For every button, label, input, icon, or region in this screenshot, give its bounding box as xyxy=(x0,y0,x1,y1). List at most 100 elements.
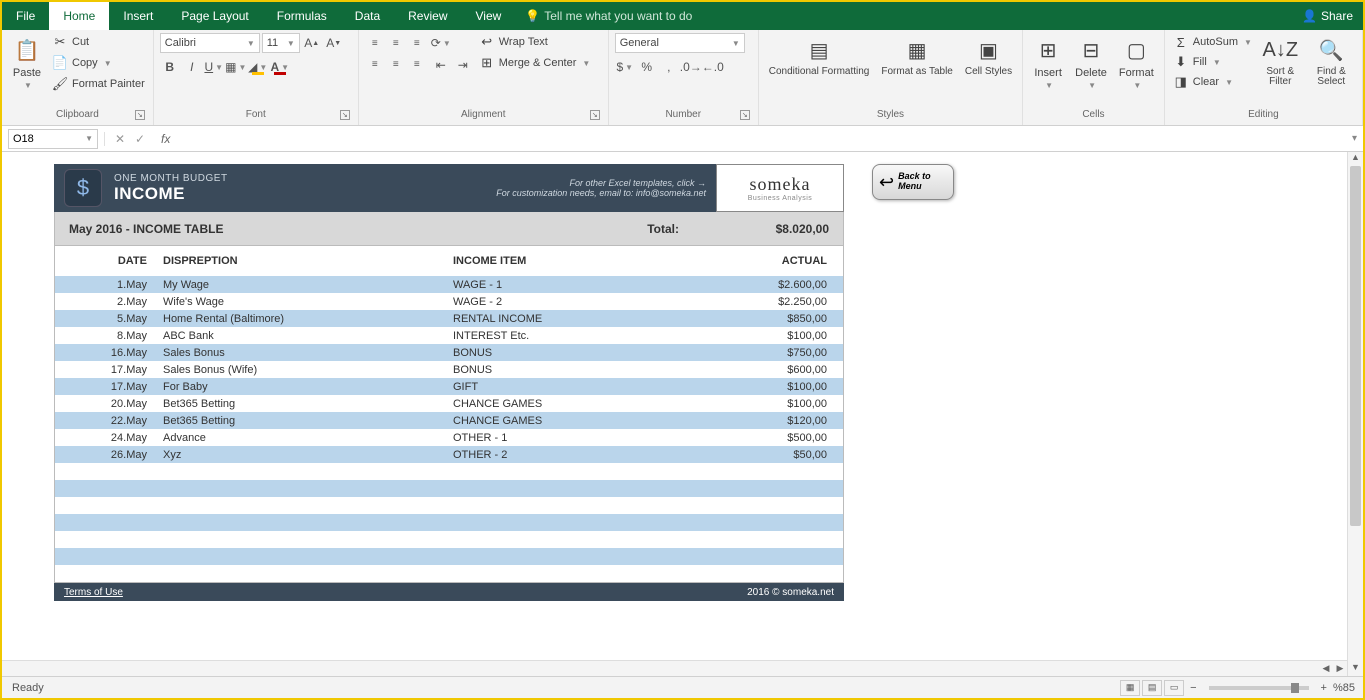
decrease-font-button[interactable]: A▼ xyxy=(324,33,344,53)
template-other-link[interactable]: For other Excel templates, click → xyxy=(569,178,706,188)
cell-description[interactable]: Home Rental (Baltimore) xyxy=(155,313,445,325)
tab-view[interactable]: View xyxy=(462,2,516,30)
cell-description[interactable]: ABC Bank xyxy=(155,330,445,342)
cell-description[interactable]: For Baby xyxy=(155,381,445,393)
table-row[interactable]: 20.MayBet365 BettingCHANCE GAMES$100,00 xyxy=(55,395,843,412)
cell-item[interactable]: OTHER - 2 xyxy=(445,449,685,461)
fill-button[interactable]: ⬇Fill▼ xyxy=(1171,53,1254,71)
copy-button[interactable]: 📄Copy▼ xyxy=(50,54,147,72)
bold-button[interactable]: B xyxy=(160,57,180,77)
scroll-up-arrow[interactable]: ▲ xyxy=(1348,152,1363,166)
cell-actual[interactable]: $850,00 xyxy=(685,313,835,325)
table-row[interactable]: 16.MaySales BonusBONUS$750,00 xyxy=(55,344,843,361)
zoom-knob[interactable] xyxy=(1291,683,1299,693)
cell-item[interactable]: WAGE - 1 xyxy=(445,279,685,291)
comma-button[interactable]: , xyxy=(659,57,679,77)
cell-description[interactable]: Bet365 Betting xyxy=(155,415,445,427)
cell-item[interactable]: WAGE - 2 xyxy=(445,296,685,308)
share-button[interactable]: 👤 Share xyxy=(1302,9,1353,23)
format-painter-button[interactable]: 🖌Format Painter xyxy=(50,75,147,93)
increase-font-button[interactable]: A▲ xyxy=(302,33,322,53)
horizontal-scrollbar[interactable]: ◀ ▶ xyxy=(2,660,1347,676)
vertical-scrollbar[interactable]: ▲ ▼ xyxy=(1347,152,1363,676)
table-row-empty[interactable] xyxy=(55,548,843,565)
align-bottom-button[interactable]: ≡ xyxy=(407,33,427,53)
scroll-left-arrow[interactable]: ◀ xyxy=(1319,663,1333,674)
tab-page-layout[interactable]: Page Layout xyxy=(167,2,262,30)
cell-actual[interactable]: $100,00 xyxy=(685,381,835,393)
terms-link[interactable]: Terms of Use xyxy=(64,587,123,598)
cell-actual[interactable]: $600,00 xyxy=(685,364,835,376)
cell-date[interactable]: 17.May xyxy=(55,364,155,376)
tab-insert[interactable]: Insert xyxy=(109,2,167,30)
scroll-right-arrow[interactable]: ▶ xyxy=(1333,663,1347,674)
cell-description[interactable]: Sales Bonus xyxy=(155,347,445,359)
zoom-slider[interactable] xyxy=(1209,686,1309,690)
cell-description[interactable]: My Wage xyxy=(155,279,445,291)
sort-filter-button[interactable]: A↓ZSort & Filter xyxy=(1258,33,1303,89)
increase-indent-button[interactable]: ⇥ xyxy=(453,55,473,75)
cell-item[interactable]: BONUS xyxy=(445,347,685,359)
autosum-button[interactable]: ΣAutoSum▼ xyxy=(1171,33,1254,51)
cell-actual[interactable]: $50,00 xyxy=(685,449,835,461)
increase-decimal-button[interactable]: .0→ xyxy=(681,57,701,77)
number-format-select[interactable]: General▼ xyxy=(615,33,745,53)
cell-date[interactable]: 24.May xyxy=(55,432,155,444)
cell-date[interactable]: 20.May xyxy=(55,398,155,410)
cell-styles-button[interactable]: ▣Cell Styles xyxy=(961,33,1016,79)
expand-formula-bar-button[interactable]: ▾ xyxy=(1352,133,1357,144)
tell-me-search[interactable]: 💡 Tell me what you want to do xyxy=(525,9,692,23)
tab-review[interactable]: Review xyxy=(394,2,461,30)
worksheet-area[interactable]: $ ONE MONTH BUDGET INCOME For other Exce… xyxy=(2,152,1363,676)
font-color-button[interactable]: A▼ xyxy=(270,57,290,77)
table-row[interactable]: 17.MayFor BabyGIFT$100,00 xyxy=(55,378,843,395)
cell-actual[interactable]: $500,00 xyxy=(685,432,835,444)
table-row[interactable]: 2.MayWife's WageWAGE - 2$2.250,00 xyxy=(55,293,843,310)
table-row[interactable]: 8.MayABC BankINTEREST Etc.$100,00 xyxy=(55,327,843,344)
cell-description[interactable]: Wife's Wage xyxy=(155,296,445,308)
table-row-empty[interactable] xyxy=(55,480,843,497)
cell-item[interactable]: CHANCE GAMES xyxy=(445,398,685,410)
decrease-decimal-button[interactable]: ←.0 xyxy=(703,57,723,77)
cell-date[interactable]: 16.May xyxy=(55,347,155,359)
cell-date[interactable]: 17.May xyxy=(55,381,155,393)
font-size-select[interactable]: 11▼ xyxy=(262,33,300,53)
cell-item[interactable]: RENTAL INCOME xyxy=(445,313,685,325)
fx-icon[interactable]: fx xyxy=(155,132,176,146)
find-select-button[interactable]: 🔍Find & Select xyxy=(1307,33,1356,89)
zoom-out-button[interactable]: − xyxy=(1186,682,1200,694)
cell-description[interactable]: Bet365 Betting xyxy=(155,398,445,410)
cell-item[interactable]: CHANCE GAMES xyxy=(445,415,685,427)
back-to-menu-button[interactable]: ↩ Back to Menu xyxy=(872,164,954,200)
paste-button[interactable]: 📋 Paste ▼ xyxy=(8,33,46,92)
tab-home[interactable]: Home xyxy=(49,2,109,30)
cell-actual[interactable]: $750,00 xyxy=(685,347,835,359)
number-dialog-launcher[interactable]: ↘ xyxy=(740,110,750,120)
table-row-empty[interactable] xyxy=(55,463,843,480)
cell-actual[interactable]: $100,00 xyxy=(685,330,835,342)
borders-button[interactable]: ▦▼ xyxy=(226,57,246,77)
italic-button[interactable]: I xyxy=(182,57,202,77)
clear-button[interactable]: ◨Clear▼ xyxy=(1171,73,1254,91)
wrap-text-button[interactable]: ↩Wrap Text xyxy=(477,33,593,51)
table-row[interactable]: 26.MayXyzOTHER - 2$50,00 xyxy=(55,446,843,463)
cell-actual[interactable]: $100,00 xyxy=(685,398,835,410)
delete-cells-button[interactable]: ⊟Delete▼ xyxy=(1071,33,1111,92)
table-row-empty[interactable] xyxy=(55,565,843,582)
percent-button[interactable]: % xyxy=(637,57,657,77)
tab-file[interactable]: File xyxy=(2,2,49,30)
align-center-button[interactable]: ≡ xyxy=(386,54,406,74)
table-row-empty[interactable] xyxy=(55,514,843,531)
table-row-empty[interactable] xyxy=(55,531,843,548)
decrease-indent-button[interactable]: ⇤ xyxy=(431,55,451,75)
table-row[interactable]: 24.MayAdvanceOTHER - 1$500,00 xyxy=(55,429,843,446)
cell-date[interactable]: 1.May xyxy=(55,279,155,291)
zoom-level[interactable]: %85 xyxy=(1333,682,1355,694)
table-row-empty[interactable] xyxy=(55,497,843,514)
format-cells-button[interactable]: ▢Format▼ xyxy=(1115,33,1158,92)
insert-cells-button[interactable]: ⊞Insert▼ xyxy=(1029,33,1067,92)
align-right-button[interactable]: ≡ xyxy=(407,54,427,74)
normal-view-button[interactable]: ▦ xyxy=(1120,680,1140,696)
cell-item[interactable]: INTEREST Etc. xyxy=(445,330,685,342)
merge-center-button[interactable]: ⊞Merge & Center▼ xyxy=(477,54,593,72)
